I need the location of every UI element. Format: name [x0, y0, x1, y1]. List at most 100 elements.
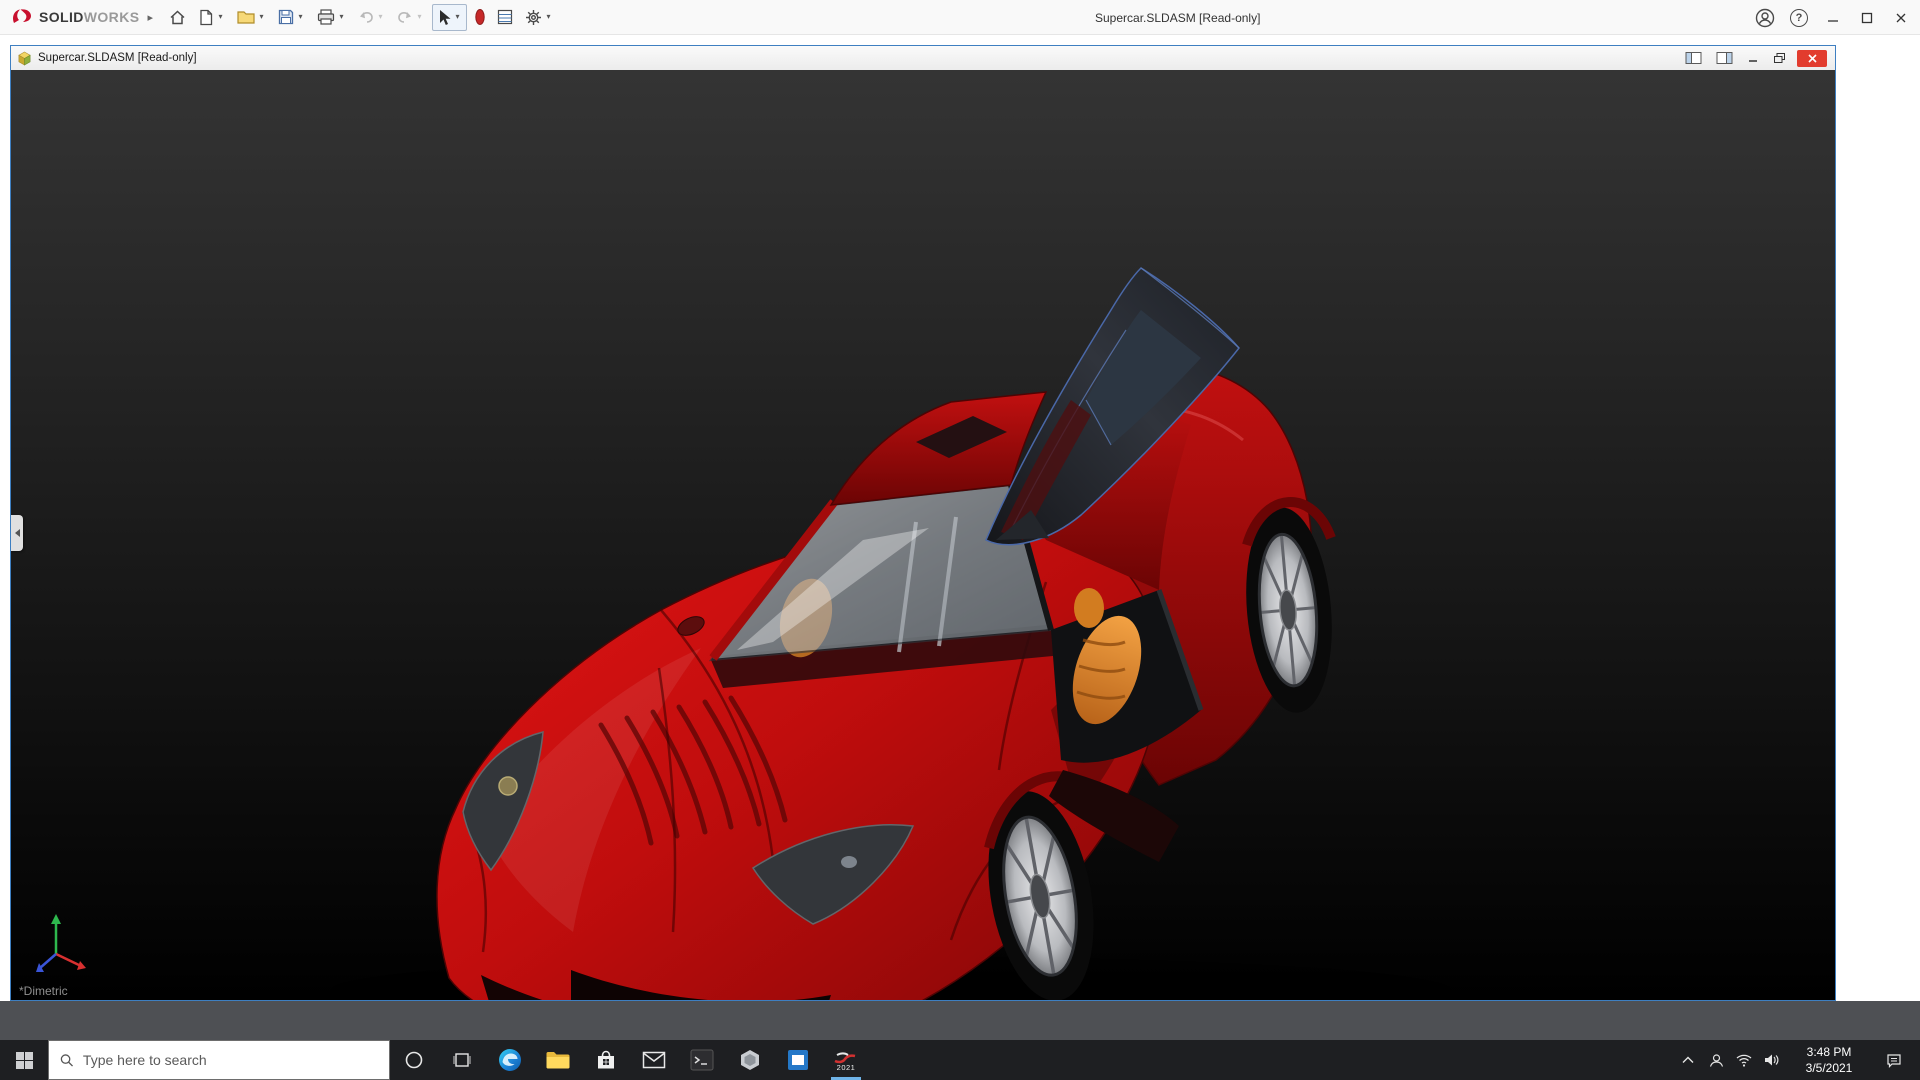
help-icon: ? — [1790, 9, 1808, 27]
terminal-icon — [690, 1049, 714, 1071]
view-orientation-label: *Dimetric — [19, 984, 68, 998]
hidden-icons-button[interactable] — [1674, 1040, 1702, 1080]
document-title: Supercar.SLDASM [Read-only] — [38, 52, 1676, 64]
split-pane-right-icon — [1716, 51, 1733, 65]
document-titlebar[interactable]: Supercar.SLDASM [Read-only] — [11, 46, 1835, 70]
task-view-icon — [453, 1052, 471, 1068]
select-cursor-icon — [436, 8, 452, 27]
quick-access-toolbar: ▾ ▾ ▾ ▾ ▾ ▾ ▾ — [165, 0, 557, 34]
window-title: Supercar.SLDASM [Read-only] — [1095, 0, 1260, 35]
dassault-systemes-logo-icon — [10, 7, 34, 27]
3dexperience-button[interactable] — [471, 3, 489, 31]
redo-button[interactable]: ▾ — [393, 3, 428, 31]
new-document-button[interactable]: ▾ — [194, 3, 229, 31]
save-button[interactable]: ▾ — [274, 3, 309, 31]
graphics-viewport[interactable]: *Dimetric — [11, 70, 1835, 1000]
3dexperience-bead-icon — [474, 8, 486, 26]
action-center-button[interactable] — [1872, 1040, 1916, 1080]
account-icon — [1754, 7, 1776, 29]
tray-network-button[interactable] — [1730, 1040, 1758, 1080]
home-button[interactable] — [165, 3, 190, 31]
close-button[interactable] — [1884, 0, 1918, 35]
file-properties-icon — [496, 8, 514, 26]
save-icon — [277, 8, 295, 26]
store-icon — [594, 1048, 618, 1072]
clock-time: 3:48 PM — [1807, 1044, 1852, 1060]
doc-close-button[interactable] — [1797, 50, 1827, 67]
taskbar-file-explorer-icon[interactable] — [534, 1040, 582, 1080]
doc-restore-icon — [1773, 52, 1786, 64]
tray-volume-button[interactable] — [1758, 1040, 1786, 1080]
taskbar-photos-icon[interactable] — [774, 1040, 822, 1080]
open-dropdown[interactable]: ▾ — [256, 3, 267, 31]
wifi-icon — [1736, 1054, 1752, 1067]
window-controls: ? — [1748, 0, 1918, 35]
pane-left-button[interactable] — [1682, 49, 1705, 67]
supercar-3d-model[interactable] — [11, 70, 1835, 1000]
windows-taskbar: 2021 3:48 PM 3/5/2021 — [0, 1040, 1920, 1080]
undo-button[interactable]: ▾ — [354, 3, 389, 31]
cortana-button[interactable] — [390, 1040, 438, 1080]
options-button[interactable]: ▾ — [521, 3, 557, 31]
toolbar-flyout-arrow[interactable]: ▸ — [145, 11, 165, 24]
mail-icon — [642, 1051, 666, 1069]
app-titlebar: SOLIDWORKS ▸ ▾ ▾ ▾ ▾ — [0, 0, 1920, 35]
maximize-button[interactable] — [1850, 0, 1884, 35]
tray-contact-button[interactable] — [1702, 1040, 1730, 1080]
system-tray: 3:48 PM 3/5/2021 — [1674, 1040, 1920, 1080]
gear-icon — [524, 8, 543, 27]
solidworks-application: SOLIDWORKS ▸ ▾ ▾ ▾ ▾ — [0, 0, 1920, 1080]
minimize-button[interactable] — [1816, 0, 1850, 35]
taskbar-edge-icon[interactable] — [486, 1040, 534, 1080]
collapse-arrow-icon — [15, 529, 20, 537]
start-button[interactable] — [0, 1040, 48, 1080]
blue-window-app-icon — [786, 1048, 810, 1072]
file-properties-button[interactable] — [493, 3, 517, 31]
redo-dropdown[interactable]: ▾ — [414, 3, 425, 31]
document-window-controls — [1682, 49, 1831, 67]
doc-restore-button[interactable] — [1770, 49, 1789, 67]
save-dropdown[interactable]: ▾ — [295, 3, 306, 31]
speaker-icon — [1764, 1053, 1780, 1067]
brand-bold: SOLID — [39, 9, 84, 25]
help-button[interactable]: ? — [1782, 0, 1816, 35]
select-dropdown[interactable]: ▾ — [452, 3, 463, 31]
options-dropdown[interactable]: ▾ — [543, 3, 554, 31]
split-pane-left-icon — [1685, 51, 1702, 65]
taskbar-search[interactable] — [48, 1040, 390, 1080]
file-explorer-icon — [545, 1049, 571, 1071]
doc-minimize-button[interactable] — [1744, 49, 1762, 67]
search-input[interactable] — [83, 1052, 378, 1068]
chevron-up-icon — [1682, 1056, 1694, 1064]
taskbar-terminal-icon[interactable] — [678, 1040, 726, 1080]
taskbar-edrawings-icon[interactable] — [726, 1040, 774, 1080]
brand-light: WORKS — [84, 9, 140, 25]
select-tool-button[interactable]: ▾ — [432, 4, 467, 31]
task-view-button[interactable] — [438, 1040, 486, 1080]
document-window: Supercar.SLDASM [Read-only] — [10, 45, 1836, 1001]
taskbar-clock[interactable]: 3:48 PM 3/5/2021 — [1786, 1040, 1872, 1080]
open-button[interactable]: ▾ — [233, 3, 270, 31]
solidworks-version-badge: 2021 — [837, 1063, 856, 1072]
taskbar-spacer — [870, 1040, 1674, 1080]
print-dropdown[interactable]: ▾ — [336, 3, 347, 31]
taskbar-mail-icon[interactable] — [630, 1040, 678, 1080]
undo-dropdown[interactable]: ▾ — [375, 3, 386, 31]
pane-right-button[interactable] — [1713, 49, 1736, 67]
edge-icon — [497, 1047, 523, 1073]
taskbar-store-icon[interactable] — [582, 1040, 630, 1080]
new-document-icon — [197, 8, 215, 27]
brand-name: SOLIDWORKS — [39, 9, 139, 25]
contact-icon — [1709, 1053, 1724, 1068]
featuremanager-collapse-tab[interactable] — [11, 515, 23, 551]
orientation-triad — [29, 908, 91, 980]
hexagon-app-icon — [738, 1048, 762, 1072]
close-icon — [1895, 12, 1907, 24]
taskbar-solidworks-icon[interactable]: 2021 — [822, 1040, 870, 1080]
account-button[interactable] — [1748, 0, 1782, 35]
print-button[interactable]: ▾ — [313, 3, 350, 31]
minimize-icon — [1827, 12, 1839, 24]
maximize-icon — [1861, 12, 1873, 24]
new-document-dropdown[interactable]: ▾ — [215, 3, 226, 31]
action-center-icon — [1886, 1053, 1902, 1068]
